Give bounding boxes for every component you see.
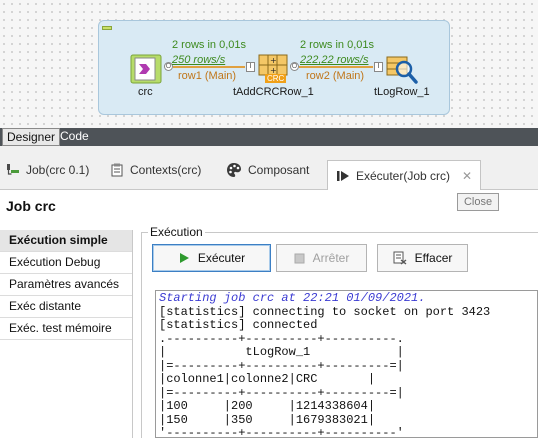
tab-contexts[interactable]: Contexts(crc) (110, 158, 201, 182)
link-stat-rows-1: 2 rows in 0,01s (172, 39, 246, 51)
subjob-collapse-handle[interactable] (102, 26, 112, 30)
tab-contexts-label: Contexts(crc) (130, 163, 202, 177)
sidebar-item-execution-debug[interactable]: Exécution Debug (0, 252, 132, 274)
console-line: |100 |200 |1214338604| (159, 399, 376, 413)
tab-executer-label: Exécuter(Job crc) (356, 168, 451, 183)
contexts-icon (111, 163, 123, 177)
palette-icon (227, 163, 241, 177)
run-icon (337, 170, 349, 181)
run-button[interactable]: Exécuter (152, 244, 271, 272)
console-line: '----------+----------+----------' (159, 426, 404, 438)
run-mode-sidebar: Exécution simple Exécution Debug Paramèt… (0, 230, 133, 438)
console-line: .----------+----------+----------. (159, 331, 404, 346)
sidebar-item-execution-simple[interactable]: Exécution simple (0, 230, 132, 252)
tab-designer[interactable]: Designer (2, 128, 61, 146)
console-line: [statistics] connecting to socket on por… (159, 304, 491, 319)
tab-composant-label: Composant (248, 163, 310, 177)
link-stat-rate-1: 250 rows/s (172, 54, 226, 66)
console-line: | tLogRow_1 | (159, 345, 404, 359)
log-row-icon (386, 56, 418, 84)
link-stat-rows-2: 2 rows in 0,01s (300, 39, 374, 51)
views-tab-strip: Job(crc 0.1) Contexts(crc) Composant Exé… (0, 146, 538, 190)
page-title: Job crc (6, 198, 56, 214)
link-row1[interactable] (173, 66, 245, 68)
component-label-taddcrcrow: tAddCRCRow_1 (233, 86, 314, 98)
clear-button[interactable]: Effacer (377, 244, 468, 272)
play-icon (179, 253, 189, 263)
sidebar-item-exec-test-memoire[interactable]: Exéc. test mémoire (0, 318, 132, 340)
component-label-crc: crc (138, 86, 153, 98)
console-start-line: Starting job crc at 22:21 01/09/2021. (159, 291, 426, 305)
console-line: |=---------+----------+---------=| (159, 385, 404, 400)
job-icon (7, 164, 19, 175)
console-output[interactable]: Starting job crc at 22:21 01/09/2021. [st… (155, 290, 538, 438)
crc-component-icon (130, 54, 162, 84)
svg-text:+: + (270, 56, 277, 65)
link-stat-rate-2: 222,22 rows/s (300, 54, 369, 66)
tab-job-label: Job(crc 0.1) (26, 163, 90, 177)
editor-tab-bar: Designer Code (0, 128, 538, 146)
tab-code[interactable]: Code (56, 128, 93, 146)
tab-executer[interactable]: Exécuter(Job crc) ✕ (327, 160, 482, 190)
console-line: |colonne1|colonne2|CRC | (159, 372, 376, 386)
link-name-1: row1 (Main) (178, 70, 237, 82)
console-line: |150 |350 |1679383021| (159, 412, 376, 427)
console-lines: [statistics] connecting to socket on por… (159, 304, 534, 438)
tab-composant[interactable]: Composant (226, 158, 309, 182)
component-label-tlogrow: tLogRow_1 (374, 86, 430, 98)
link-name-2: row2 (Main) (306, 70, 365, 82)
close-tooltip: Close (457, 193, 499, 211)
output-port-icon[interactable]: O (290, 62, 299, 71)
stop-button[interactable]: Arrêter (276, 244, 367, 272)
stop-button-label: Arrêter (312, 251, 350, 265)
clear-console-icon (393, 251, 407, 265)
close-icon[interactable]: ✕ (462, 169, 472, 183)
tab-job[interactable]: Job(crc 0.1) (6, 158, 89, 182)
clear-button-label: Effacer (414, 251, 453, 265)
sidebar-item-parametres-avances[interactable]: Paramètres avancés (0, 274, 132, 296)
tlog-row-component[interactable] (386, 54, 418, 84)
execution-group-label: Exécution (148, 225, 205, 239)
run-button-label: Exécuter (197, 251, 246, 265)
link-row2[interactable] (299, 66, 373, 68)
stop-icon (294, 253, 305, 263)
console-line: [statistics] connected (159, 318, 318, 332)
input-port-icon[interactable]: I (246, 62, 255, 72)
console-line: |=---------+----------+---------=| (159, 358, 404, 373)
crc-badge: CRC (265, 74, 287, 83)
crc-component[interactable] (130, 54, 162, 84)
input-port-icon[interactable]: I (374, 62, 383, 72)
sidebar-item-exec-distante[interactable]: Exéc distante (0, 296, 132, 318)
